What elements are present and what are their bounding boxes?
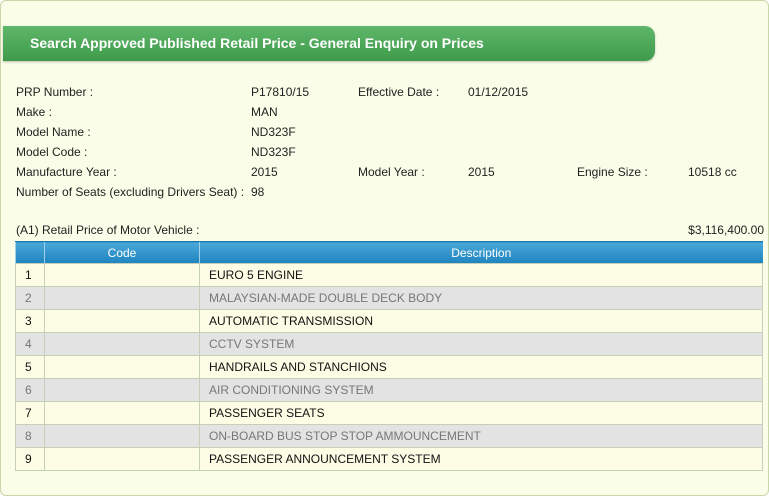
row-description: MALAYSIAN-MADE DOUBLE DECK BODY xyxy=(199,286,763,310)
table-row: 4 CCTV SYSTEM xyxy=(15,332,763,356)
row-description: ON-BOARD BUS STOP STOP AMMOUNCEMENT xyxy=(199,424,763,448)
row-index: 8 xyxy=(15,424,45,448)
model-year-label: Model Year : xyxy=(358,165,425,179)
engine-size-value: 10518 cc xyxy=(688,165,737,179)
features-table: Code Description 1 EURO 5 ENGINE 2 MALAY… xyxy=(15,241,763,471)
effective-date-label: Effective Date : xyxy=(358,85,440,99)
table-row: 9 PASSENGER ANNOUNCEMENT SYSTEM xyxy=(15,447,763,471)
model-year-value: 2015 xyxy=(468,165,495,179)
row-description: HANDRAILS AND STANCHIONS xyxy=(199,355,763,379)
seats-label: Number of Seats (excluding Drivers Seat)… xyxy=(16,185,245,199)
index-column-header[interactable] xyxy=(15,241,45,264)
row-description: CCTV SYSTEM xyxy=(199,332,763,356)
row-description: PASSENGER SEATS xyxy=(199,401,763,425)
manufacture-year-label: Manufacture Year : xyxy=(16,165,117,179)
retail-price-value: $3,116,400.00 xyxy=(688,223,764,237)
row-code xyxy=(44,378,200,402)
retail-price-label: (A1) Retail Price of Motor Vehicle : xyxy=(16,223,200,237)
table-row: 6 AIR CONDITIONING SYSTEM xyxy=(15,378,763,402)
model-code-label: Model Code : xyxy=(16,145,88,159)
table-row: 7 PASSENGER SEATS xyxy=(15,401,763,425)
row-index: 9 xyxy=(15,447,45,471)
make-label: Make : xyxy=(16,105,53,119)
row-code xyxy=(44,355,200,379)
page-title: Search Approved Published Retail Price -… xyxy=(3,26,655,61)
row-description: AUTOMATIC TRANSMISSION xyxy=(199,309,763,333)
row-index: 3 xyxy=(15,309,45,333)
model-name-label: Model Name : xyxy=(16,125,91,139)
seats-value: 98 xyxy=(251,185,265,199)
table-row: 5 HANDRAILS AND STANCHIONS xyxy=(15,355,763,379)
row-code xyxy=(44,309,200,333)
row-index: 6 xyxy=(15,378,45,402)
code-column-header[interactable]: Code xyxy=(44,241,200,264)
manufacture-year-value: 2015 xyxy=(251,165,278,179)
row-code xyxy=(44,424,200,448)
table-row: 8 ON-BOARD BUS STOP STOP AMMOUNCEMENT xyxy=(15,424,763,448)
retail-price-row: (A1) Retail Price of Motor Vehicle : $3,… xyxy=(16,223,764,237)
row-index: 2 xyxy=(15,286,45,310)
table-header-row: Code Description xyxy=(15,241,763,264)
make-value: MAN xyxy=(251,105,278,119)
row-code xyxy=(44,447,200,471)
description-column-header[interactable]: Description xyxy=(199,241,763,264)
row-index: 7 xyxy=(15,401,45,425)
prp-number-label: PRP Number : xyxy=(16,85,94,99)
row-code xyxy=(44,332,200,356)
enquiry-panel: Search Approved Published Retail Price -… xyxy=(0,0,769,496)
row-description: PASSENGER ANNOUNCEMENT SYSTEM xyxy=(199,447,763,471)
row-description: EURO 5 ENGINE xyxy=(199,263,763,287)
engine-size-label: Engine Size : xyxy=(577,165,648,179)
prp-number-value: P17810/15 xyxy=(251,85,310,99)
row-index: 4 xyxy=(15,332,45,356)
row-code xyxy=(44,286,200,310)
row-index: 1 xyxy=(15,263,45,287)
row-code xyxy=(44,263,200,287)
table-row: 3 AUTOMATIC TRANSMISSION xyxy=(15,309,763,333)
table-row: 2 MALAYSIAN-MADE DOUBLE DECK BODY xyxy=(15,286,763,310)
model-name-value: ND323F xyxy=(251,125,296,139)
table-row: 1 EURO 5 ENGINE xyxy=(15,263,763,287)
row-code xyxy=(44,401,200,425)
model-code-value: ND323F xyxy=(251,145,296,159)
effective-date-value: 01/12/2015 xyxy=(468,85,529,99)
row-index: 5 xyxy=(15,355,45,379)
row-description: AIR CONDITIONING SYSTEM xyxy=(199,378,763,402)
